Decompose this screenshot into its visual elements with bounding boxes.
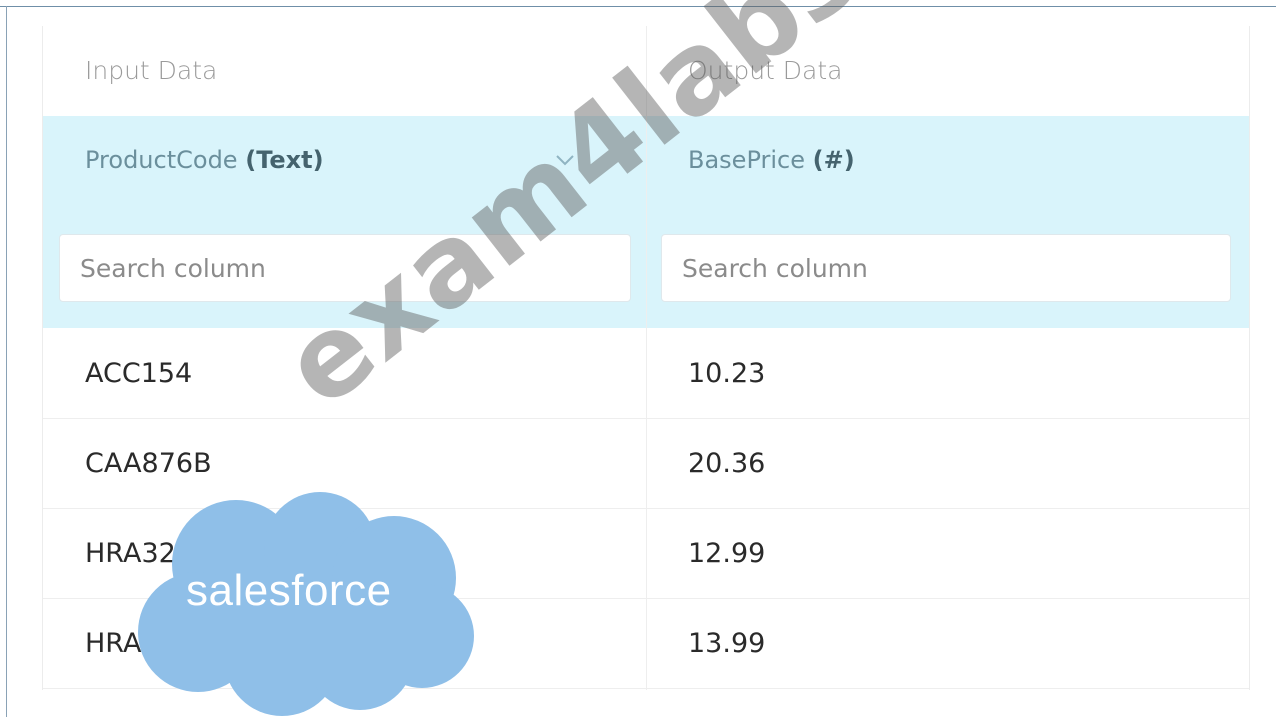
output-data-header: Output Data [688,56,843,85]
input-data-header: Input Data [85,56,218,85]
input-column-selector[interactable]: ProductCode (Text) [85,146,324,174]
output-search-column-field[interactable] [661,234,1231,302]
base-price-cell: 20.36 [688,448,766,479]
product-code-cell: ACC154 [85,358,193,389]
input-search-column-field[interactable] [59,234,631,302]
table-row: ACC154 10.23 [43,328,1249,419]
base-price-cell: 13.99 [688,628,766,659]
frame-top-border [0,6,1276,7]
output-column-label: BasePrice (#) [688,146,855,174]
chevron-down-icon[interactable] [555,150,575,170]
product-code-cell: CAA876B [85,448,212,479]
salesforce-logo-text: salesforce [186,566,392,615]
output-column-name: BasePrice [688,146,805,174]
input-column-type: (Text) [245,146,324,174]
base-price-cell: 12.99 [688,538,766,569]
input-column-name: ProductCode [85,146,238,174]
base-price-cell: 10.23 [688,358,766,389]
frame-left-border [6,6,7,717]
output-column-type: (#) [812,146,855,174]
